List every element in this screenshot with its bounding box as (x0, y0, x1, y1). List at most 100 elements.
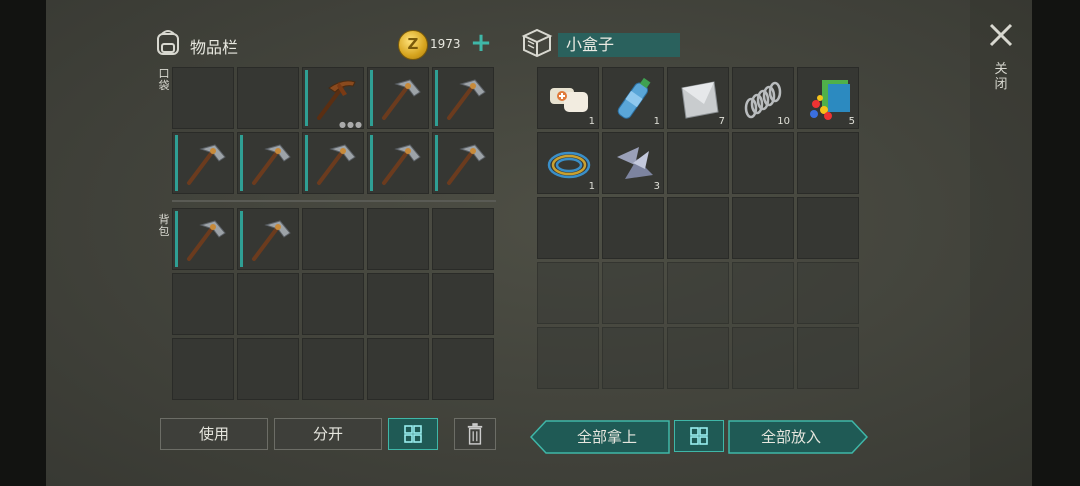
empty-slot[interactable] (367, 338, 429, 400)
fabric-and-pills-icon (810, 80, 850, 120)
pickaxe-icon (187, 144, 226, 185)
inventory-slot[interactable] (237, 208, 299, 270)
take-all-button[interactable]: 全部拿上 (546, 421, 668, 453)
wire-coil-icon (547, 151, 591, 179)
pickaxe-icon (187, 220, 226, 261)
empty-slot[interactable] (172, 338, 234, 400)
empty-slot[interactable] (797, 132, 859, 194)
pickaxe-icon (252, 220, 291, 261)
empty-slot[interactable] (537, 262, 599, 324)
empty-slot[interactable] (732, 197, 794, 259)
close-icon[interactable] (986, 20, 1016, 50)
empty-slot[interactable] (432, 338, 494, 400)
pickaxe-icon (447, 144, 486, 185)
inventory-slot[interactable]: ●●● (302, 67, 364, 129)
empty-slot[interactable] (797, 327, 859, 389)
empty-slot[interactable] (237, 338, 299, 400)
durability-bar (435, 70, 438, 126)
empty-slot[interactable] (302, 273, 364, 335)
durability-bar (370, 135, 373, 191)
left-letterbox (0, 0, 46, 486)
inventory-slot[interactable] (432, 67, 494, 129)
sort-right-button[interactable] (674, 420, 724, 452)
grid-sort-icon (690, 427, 708, 445)
empty-slot[interactable] (367, 208, 429, 270)
empty-slot[interactable] (537, 197, 599, 259)
coin-count: 1973 (430, 37, 461, 51)
empty-slot[interactable] (667, 262, 729, 324)
put-all-button[interactable]: 全部放入 (730, 421, 852, 453)
inventory-slot[interactable] (432, 132, 494, 194)
delete-button[interactable] (454, 418, 496, 450)
box-icon (521, 28, 553, 58)
empty-slot[interactable] (732, 327, 794, 389)
grid-sort-icon (404, 425, 422, 443)
durability-bar (240, 211, 243, 267)
empty-slot[interactable] (237, 67, 299, 129)
empty-slot[interactable] (732, 262, 794, 324)
backpack-label: 背包 (158, 213, 170, 238)
inventory-slot[interactable]: 3 (602, 132, 664, 194)
item-quantity: 3 (653, 181, 660, 192)
item-quantity: 10 (777, 116, 790, 127)
inventory-slot[interactable]: 10 (732, 67, 794, 129)
split-button[interactable]: 分开 (274, 418, 382, 450)
empty-slot[interactable] (432, 273, 494, 335)
empty-slot[interactable] (797, 262, 859, 324)
inventory-slot[interactable]: 5 (797, 67, 859, 129)
close-label[interactable]: 关闭 (994, 62, 1008, 92)
empty-slot[interactable] (667, 327, 729, 389)
pickaxe-icon (382, 79, 421, 120)
empty-slot[interactable] (667, 197, 729, 259)
item-quantity: 1 (588, 181, 595, 192)
durability-bar (175, 135, 178, 191)
pickaxe-icon (447, 79, 486, 120)
inventory-slot[interactable]: 1 (602, 67, 664, 129)
empty-slot[interactable] (602, 262, 664, 324)
empty-slot[interactable] (237, 273, 299, 335)
empty-slot[interactable] (302, 338, 364, 400)
empty-slot[interactable] (432, 208, 494, 270)
durability-bar (370, 70, 373, 126)
inventory-slot[interactable] (172, 208, 234, 270)
empty-slot[interactable] (667, 132, 729, 194)
sort-left-button[interactable] (388, 418, 438, 450)
more-icon[interactable]: ●●● (339, 120, 363, 129)
empty-slot[interactable] (172, 273, 234, 335)
inventory-slot[interactable] (237, 132, 299, 194)
pickaxe-icon (317, 144, 356, 185)
inventory-slot[interactable] (367, 132, 429, 194)
pickaxe-rusty-icon (317, 80, 356, 120)
durability-bar (305, 135, 308, 191)
container-title: 小盒子 (558, 33, 680, 57)
durability-bar (240, 135, 243, 191)
add-coins-button[interactable]: + (468, 30, 494, 56)
empty-slot[interactable] (602, 197, 664, 259)
water-bottle-icon (617, 77, 651, 119)
inventory-slot[interactable]: 7 (667, 67, 729, 129)
use-button[interactable]: 使用 (160, 418, 268, 450)
empty-slot[interactable] (602, 327, 664, 389)
empty-slot[interactable] (302, 208, 364, 270)
bandage-icon (550, 88, 588, 112)
empty-slot[interactable] (367, 273, 429, 335)
inventory-slot[interactable]: 1 (537, 132, 599, 194)
empty-slot[interactable] (172, 67, 234, 129)
metal-plate-icon (681, 81, 719, 119)
inventory-slot[interactable] (302, 132, 364, 194)
pockets-label: 口袋 (158, 67, 170, 92)
empty-slot[interactable] (797, 197, 859, 259)
durability-bar (175, 211, 178, 267)
item-quantity: 1 (588, 116, 595, 127)
inventory-slot[interactable] (172, 132, 234, 194)
item-quantity: 5 (848, 116, 855, 127)
empty-slot[interactable] (732, 132, 794, 194)
inventory-slot[interactable] (367, 67, 429, 129)
durability-bar (305, 70, 308, 126)
inventory-title: 物品栏 (190, 38, 239, 57)
pickaxe-icon (252, 144, 291, 185)
empty-slot[interactable] (537, 327, 599, 389)
item-quantity: 7 (718, 116, 725, 127)
pickaxe-icon (382, 144, 421, 185)
inventory-slot[interactable]: 1 (537, 67, 599, 129)
